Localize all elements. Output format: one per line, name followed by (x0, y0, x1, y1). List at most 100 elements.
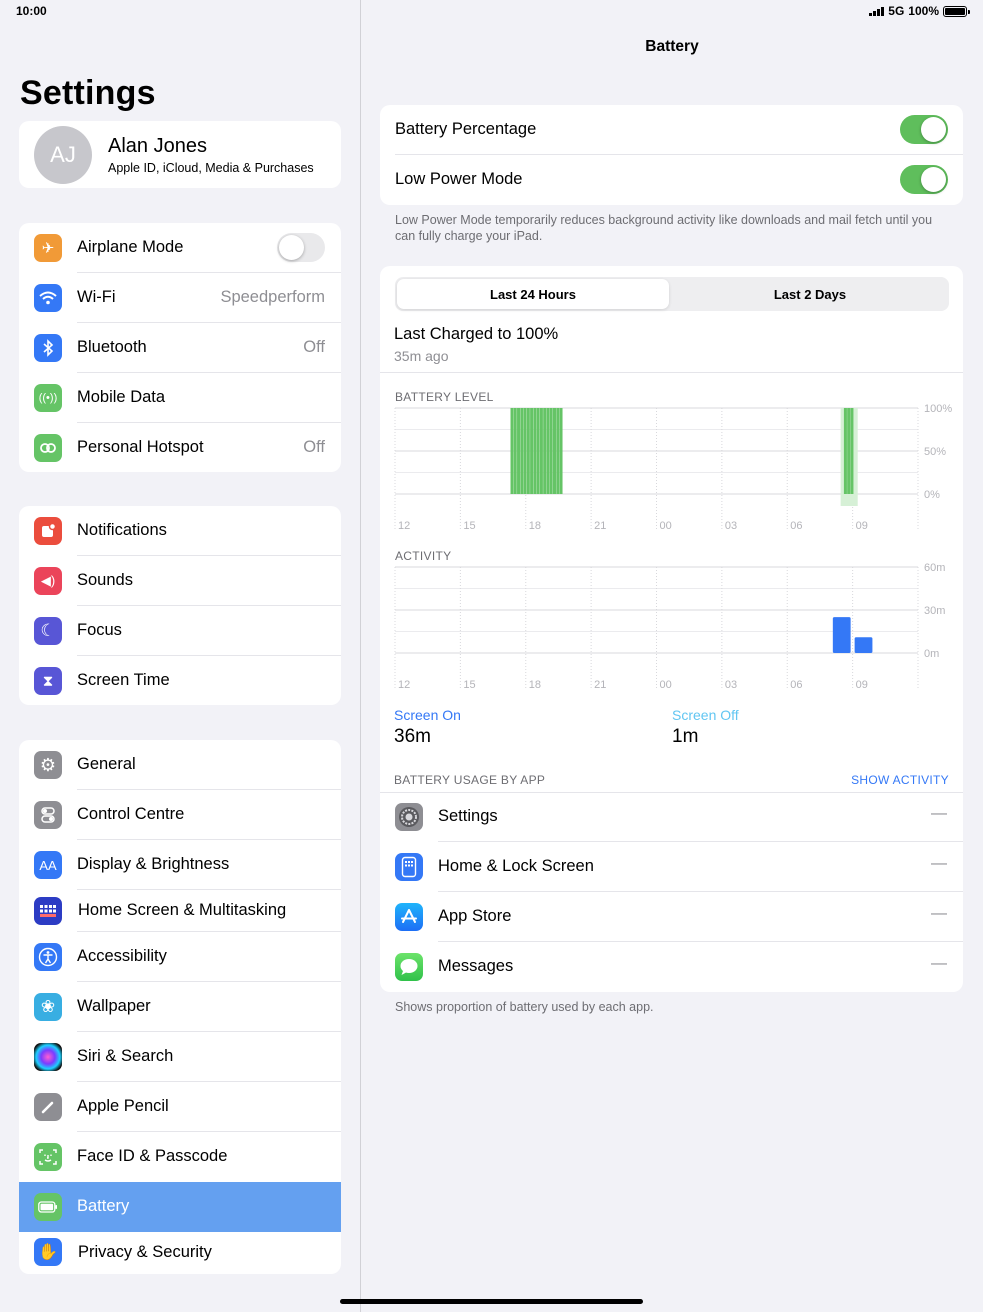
battery-level-bar (539, 408, 543, 494)
battery-level-bar (847, 408, 851, 494)
pencil-icon (34, 1093, 62, 1121)
sidebar-item-display-brightness[interactable]: AA Display & Brightness (19, 840, 341, 890)
screen-off-label: Screen Off (672, 707, 739, 723)
wifi-network-value: Speedperform (220, 288, 325, 306)
battery-level-bar (546, 408, 550, 494)
sidebar-item-label: Apple Pencil (77, 1097, 169, 1115)
app-row-app-store[interactable]: App Store — (380, 892, 963, 942)
x-tick-label: 00 (660, 520, 672, 532)
y-tick-label: 100% (924, 403, 952, 415)
battery-percent: 100% (908, 4, 939, 18)
sidebar-item-label: Battery (77, 1197, 130, 1215)
x-tick-label: 21 (594, 520, 606, 532)
screen-on-value: 36m (394, 726, 431, 747)
app-name: Settings (438, 807, 498, 825)
x-tick-label: 03 (725, 520, 737, 532)
battery-level-bar (559, 408, 563, 494)
battery-level-bar (556, 408, 560, 494)
sidebar-item-label: Focus (77, 621, 122, 639)
sidebar-item-accessibility[interactable]: Accessibility (19, 932, 341, 982)
sidebar-item-label: Notifications (77, 521, 167, 539)
hand-icon: ✋ (34, 1238, 62, 1266)
battery-level-bar (843, 408, 847, 494)
show-activity-link[interactable]: SHOW ACTIVITY (851, 773, 949, 787)
sidebar-item-label: Screen Time (77, 671, 170, 689)
low-power-mode-toggle[interactable] (900, 165, 948, 194)
low-power-mode-label: Low Power Mode (395, 170, 523, 188)
battery-level-bar (530, 408, 534, 494)
sidebar-item-control-centre[interactable]: Control Centre (19, 790, 341, 840)
x-tick-label: 15 (463, 520, 475, 532)
sidebar-item-airplane-mode[interactable]: ✈ Airplane Mode (19, 223, 341, 273)
sidebar-item-wifi[interactable]: Wi-Fi Speedperform (19, 273, 341, 323)
x-tick-label: 18 (529, 679, 541, 691)
app-row-home-lock-screen[interactable]: Home & Lock Screen — (380, 842, 963, 892)
x-tick-label: 18 (529, 520, 541, 532)
sidebar-item-label: Airplane Mode (77, 238, 184, 256)
sidebar-item-home-screen[interactable]: Home Screen & Multitasking (19, 890, 341, 932)
screen-on-label: Screen On (394, 707, 461, 723)
sidebar-item-label: Siri & Search (77, 1047, 174, 1065)
sidebar-item-sounds[interactable]: ◀) Sounds (19, 556, 341, 606)
app-row-messages[interactable]: Messages — (380, 942, 963, 992)
segment-last-24-hours[interactable]: Last 24 Hours (397, 279, 669, 309)
activity-chart: 121518210003060960m30m0m16 Jan17 Jan (394, 562, 945, 691)
sidebar-item-focus[interactable]: ☾ Focus (19, 606, 341, 656)
profile-card[interactable]: AJ Alan Jones Apple ID, iCloud, Media & … (19, 121, 341, 188)
battery-level-bar (850, 408, 854, 494)
sidebar-item-wallpaper[interactable]: ❀ Wallpaper (19, 982, 341, 1032)
battery-percentage-toggle[interactable] (900, 115, 948, 144)
x-tick-label: 09 (856, 520, 868, 532)
app-name: Messages (438, 957, 514, 975)
page-title: Battery (645, 38, 699, 55)
battery-icon (34, 1193, 62, 1221)
divider (380, 372, 963, 373)
sidebar-item-personal-hotspot[interactable]: Personal Hotspot Off (19, 423, 341, 472)
battery-level-bar (510, 408, 514, 494)
app-usage-value: — (931, 805, 947, 822)
sidebar-item-face-id[interactable]: Face ID & Passcode (19, 1132, 341, 1182)
notifications-icon (34, 517, 62, 545)
messages-app-icon (395, 953, 423, 981)
y-tick-label: 60m (924, 562, 945, 574)
sidebar-title: Settings (20, 74, 156, 112)
accessibility-icon (34, 943, 62, 971)
battery-usage-card: Last 24 Hours Last 2 Days Last Charged t… (380, 266, 963, 992)
hourglass-icon: ⧗ (34, 667, 62, 695)
sidebar-item-general[interactable]: ⚙ General (19, 740, 341, 790)
x-tick-label: 12 (398, 679, 410, 691)
y-tick-label: 0m (924, 648, 939, 660)
battery-level-bar (543, 408, 547, 494)
battery-level-bar (536, 408, 540, 494)
y-tick-label: 30m (924, 605, 945, 617)
battery-level-bar (517, 408, 521, 494)
profile-name: Alan Jones (108, 135, 207, 157)
battery-level-chart: 12 15 18 21 00 03 06 09 100% 50% 0% (394, 403, 952, 532)
sidebar-item-mobile-data[interactable]: ((•)) Mobile Data (19, 373, 341, 423)
text-size-icon: AA (34, 851, 62, 879)
y-tick-label: 0% (924, 489, 940, 501)
sidebar-item-siri-search[interactable]: Siri & Search (19, 1032, 341, 1082)
hotspot-value: Off (303, 438, 325, 456)
sidebar-item-battery[interactable]: Battery (19, 1182, 341, 1232)
app-row-settings[interactable]: Settings — (380, 792, 963, 842)
battery-level-bar (549, 408, 553, 494)
sidebar-item-privacy-security[interactable]: ✋ Privacy & Security (19, 1232, 341, 1274)
hotspot-icon (34, 434, 62, 462)
airplane-mode-toggle[interactable] (277, 233, 325, 262)
network-type: 5G (888, 4, 905, 18)
sidebar-item-apple-pencil[interactable]: Apple Pencil (19, 1082, 341, 1132)
sidebar-item-label: Display & Brightness (77, 855, 230, 873)
sidebar-item-bluetooth[interactable]: Bluetooth Off (19, 323, 341, 373)
usage-by-app-header: BATTERY USAGE BY APP (394, 773, 546, 787)
switches-icon (34, 801, 62, 829)
sidebar-item-notifications[interactable]: Notifications (19, 506, 341, 556)
sidebar-item-screen-time[interactable]: ⧗ Screen Time (19, 656, 341, 705)
segment-last-2-days[interactable]: Last 2 Days (673, 279, 947, 309)
airplane-icon: ✈ (34, 234, 62, 262)
profile-subtitle: Apple ID, iCloud, Media & Purchases (108, 161, 314, 175)
grid-icon (34, 897, 62, 925)
antenna-icon: ((•)) (34, 384, 62, 412)
sidebar-item-label: Accessibility (77, 947, 167, 965)
battery-percentage-label: Battery Percentage (395, 120, 537, 138)
